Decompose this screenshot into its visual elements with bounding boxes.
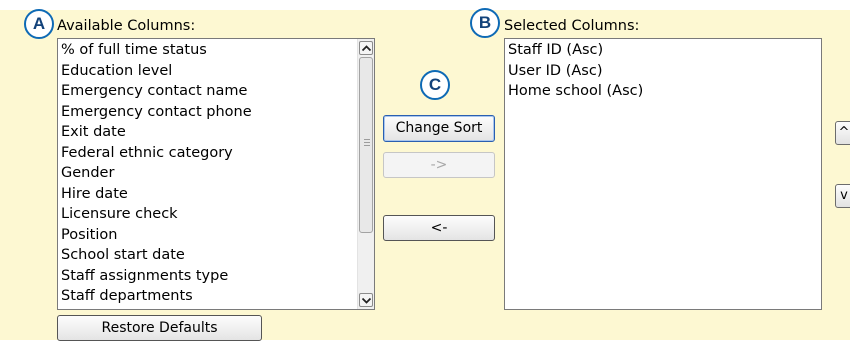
chevron-down-icon — [362, 297, 371, 304]
list-item[interactable]: Exit date — [61, 122, 252, 143]
scroll-down-button[interactable] — [359, 293, 373, 307]
scroll-up-button[interactable] — [359, 41, 373, 55]
restore-defaults-button[interactable]: Restore Defaults — [57, 315, 262, 341]
list-item[interactable]: Position — [61, 225, 252, 246]
add-column-button[interactable]: -> — [383, 152, 495, 178]
list-item[interactable]: Education level — [61, 61, 252, 82]
list-item[interactable]: Staff assignments type — [61, 266, 252, 287]
callout-a: A — [24, 9, 54, 39]
list-item[interactable]: School start date — [61, 245, 252, 266]
available-list-scrollbar[interactable] — [357, 39, 374, 309]
list-item[interactable]: Emergency contact name — [61, 81, 252, 102]
list-item[interactable]: User ID (Asc) — [508, 61, 643, 82]
selected-columns-items: Staff ID (Asc) User ID (Asc) Home school… — [508, 40, 643, 102]
available-columns-list[interactable]: % of full time status Education level Em… — [57, 38, 375, 310]
available-columns-items: % of full time status Education level Em… — [61, 40, 252, 307]
list-item[interactable]: Federal ethnic category — [61, 143, 252, 164]
remove-column-button[interactable]: <- — [383, 215, 495, 241]
move-down-button[interactable]: v — [835, 184, 850, 208]
move-up-button[interactable]: ^ — [835, 121, 850, 145]
available-columns-label: Available Columns: — [57, 18, 196, 34]
list-item[interactable]: Licensure check — [61, 204, 252, 225]
callout-b: B — [470, 8, 500, 38]
callout-c: C — [420, 70, 450, 100]
list-item[interactable]: Home school (Asc) — [508, 81, 643, 102]
chevron-up-icon — [362, 45, 371, 52]
list-item[interactable]: Emergency contact phone — [61, 102, 252, 123]
top-edge — [0, 0, 850, 10]
selected-columns-label: Selected Columns: — [504, 18, 640, 34]
scroll-thumb[interactable] — [359, 57, 373, 233]
list-item[interactable]: Gender — [61, 163, 252, 184]
list-item[interactable]: Hire date — [61, 184, 252, 205]
list-item[interactable]: % of full time status — [61, 40, 252, 61]
list-item[interactable]: Staff ID (Asc) — [508, 40, 643, 61]
change-sort-button[interactable]: Change Sort — [383, 115, 495, 142]
list-item[interactable]: Staff departments — [61, 286, 252, 307]
selected-columns-list[interactable]: Staff ID (Asc) User ID (Asc) Home school… — [504, 38, 822, 310]
